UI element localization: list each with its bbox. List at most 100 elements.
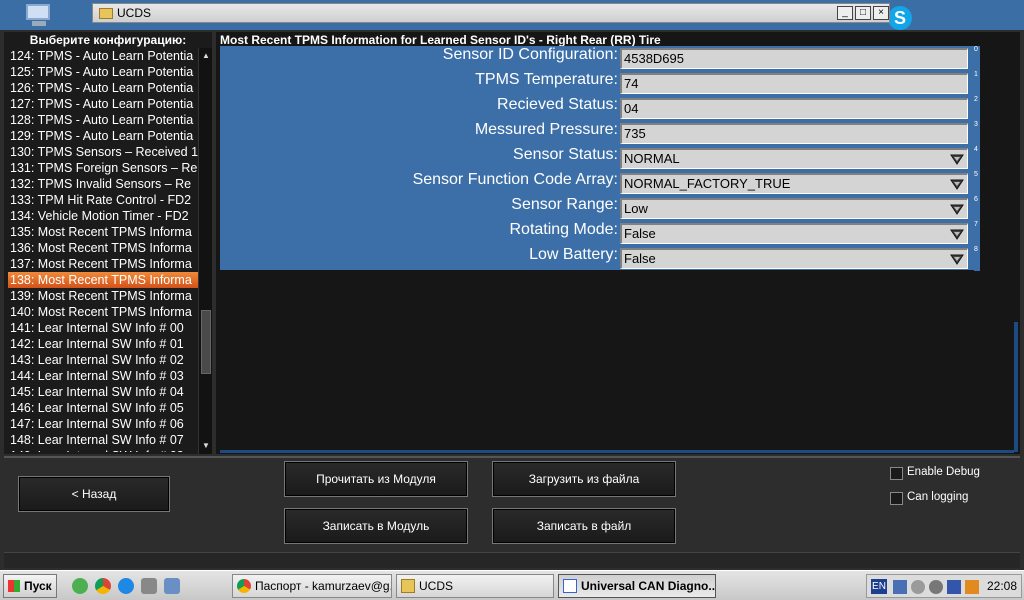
config-list-item[interactable]: 139: Most Recent TPMS Informa xyxy=(8,288,198,304)
maximize-button[interactable]: □ xyxy=(855,6,871,20)
field-value: NORMAL xyxy=(624,151,680,166)
config-list-scrollbar[interactable]: ▲ ▼ xyxy=(198,48,212,454)
field-dropdown[interactable]: False xyxy=(620,223,968,244)
field-value: 74 xyxy=(624,76,639,91)
write-file-button[interactable]: Записать в файл xyxy=(492,508,676,544)
field-index: 5 xyxy=(974,171,980,196)
close-button[interactable]: × xyxy=(873,6,889,20)
sync-icon[interactable] xyxy=(929,580,943,594)
config-list-item[interactable]: 129: TPMS - Auto Learn Potentia xyxy=(8,128,198,144)
config-list-item[interactable]: 142: Lear Internal SW Info # 01 xyxy=(8,336,198,352)
battery-icon[interactable] xyxy=(947,580,961,594)
language-indicator[interactable]: EN xyxy=(871,579,887,594)
task-universal-can[interactable]: Universal CAN Diagno... xyxy=(558,574,716,598)
can-logging-label: Can logging xyxy=(907,491,969,503)
config-list-item[interactable]: 143: Lear Internal SW Info # 02 xyxy=(8,352,198,368)
config-list-item[interactable]: 127: TPMS - Auto Learn Potentia xyxy=(8,96,198,112)
back-button[interactable]: < Назад xyxy=(18,476,170,512)
scroll-down-arrow-icon[interactable]: ▼ xyxy=(200,440,212,452)
parameter-form: Sensor ID Configuration: 4538D695 0 TPMS Te… xyxy=(220,46,980,271)
config-list-item[interactable]: 141: Lear Internal SW Info # 00 xyxy=(8,320,198,336)
field-input[interactable]: 04 xyxy=(620,98,968,119)
field-input[interactable]: 4538D695 xyxy=(620,48,968,69)
utorrent-icon[interactable] xyxy=(72,578,88,594)
show-desktop-icon[interactable] xyxy=(164,578,180,594)
config-list-item[interactable]: 144: Lear Internal SW Info # 03 xyxy=(8,368,198,384)
dropdown-arrow-icon[interactable] xyxy=(950,227,964,241)
form-row: Low Battery: False 8 xyxy=(220,246,980,271)
dropdown-arrow-icon[interactable] xyxy=(950,177,964,191)
config-list-item[interactable]: 131: TPMS Foreign Sensors – Re xyxy=(8,160,198,176)
network-icon[interactable] xyxy=(893,580,907,594)
field-dropdown[interactable]: Low xyxy=(620,198,968,219)
field-input[interactable]: 735 xyxy=(620,123,968,144)
config-list-item[interactable]: 130: TPMS Sensors – Received 1 xyxy=(8,144,198,160)
detail-panel: Most Recent TPMS Information for Learned… xyxy=(216,32,1020,454)
form-row: Sensor Function Code Array: NORMAL_FACTOR… xyxy=(220,171,980,196)
read-module-button[interactable]: Прочитать из Модуля xyxy=(284,461,468,497)
task-chrome[interactable]: Паспорт - kamurzaev@g... xyxy=(232,574,392,598)
field-label: Low Battery: xyxy=(529,246,618,263)
can-logging-checkbox[interactable] xyxy=(890,492,903,505)
form-row: Messured Pressure: 735 3 xyxy=(220,121,980,146)
field-index: 6 xyxy=(974,196,980,221)
config-list-item[interactable]: 145: Lear Internal SW Info # 04 xyxy=(8,384,198,400)
dropdown-arrow-icon[interactable] xyxy=(950,152,964,166)
window-title: UCDS xyxy=(117,6,152,20)
load-file-button[interactable]: Загрузить из файла xyxy=(492,461,676,497)
config-list-item[interactable]: 149: Lear Internal SW Info # 08 xyxy=(8,448,198,452)
form-row: Sensor Range: Low 6 xyxy=(220,196,980,221)
field-label: Sensor Range: xyxy=(511,196,618,213)
taskbar: Пуск Паспорт - kamurzaev@g... UCDS Unive… xyxy=(0,570,1024,600)
internet-explorer-icon[interactable] xyxy=(118,578,134,594)
detail-bottom-scrollbar[interactable] xyxy=(220,450,1014,453)
start-button[interactable]: Пуск xyxy=(3,574,57,598)
volume-icon[interactable] xyxy=(965,580,979,594)
config-list-item[interactable]: 140: Most Recent TPMS Informa xyxy=(8,304,198,320)
field-dropdown[interactable]: False xyxy=(620,248,968,269)
task-ucds-folder[interactable]: UCDS xyxy=(396,574,554,598)
dropdown-arrow-icon[interactable] xyxy=(950,202,964,216)
field-value: 4538D695 xyxy=(624,51,684,66)
system-tray: EN 22:08 xyxy=(866,574,1022,598)
folder-icon xyxy=(401,579,415,593)
config-list-item[interactable]: 135: Most Recent TPMS Informa xyxy=(8,224,198,240)
detail-scrollbar[interactable] xyxy=(1014,322,1018,452)
config-list-item[interactable]: 133: TPM Hit Rate Control - FD2 xyxy=(8,192,198,208)
skype-icon[interactable]: S xyxy=(888,6,912,30)
enable-debug-checkbox[interactable] xyxy=(890,467,903,480)
chrome-icon xyxy=(237,579,251,593)
minimize-button[interactable]: _ xyxy=(837,6,853,20)
field-input[interactable]: 74 xyxy=(620,73,968,94)
config-list-item[interactable]: 137: Most Recent TPMS Informa xyxy=(8,256,198,272)
config-list-panel: Выберите конфигурацию: 124: TPMS - Auto … xyxy=(4,32,212,454)
background-window-titlebar[interactable]: UCDS _ □ × xyxy=(92,3,890,23)
tools-icon[interactable] xyxy=(141,578,157,594)
config-list-item[interactable]: 147: Lear Internal SW Info # 06 xyxy=(8,416,198,432)
detail-title: Most Recent TPMS Information for Learned… xyxy=(220,33,661,47)
field-label: Messured Pressure: xyxy=(474,121,618,138)
dropdown-arrow-icon[interactable] xyxy=(950,252,964,266)
write-module-button[interactable]: Записать в Модуль xyxy=(284,508,468,544)
config-list[interactable]: 124: TPMS - Auto Learn Potentia 125: TPMS… xyxy=(8,48,198,452)
status-bar xyxy=(4,552,1020,568)
field-dropdown[interactable]: NORMAL xyxy=(620,148,968,169)
my-computer-icon[interactable] xyxy=(22,2,56,28)
config-list-item-selected[interactable]: 138: Most Recent TPMS Informa xyxy=(8,272,198,288)
config-list-item[interactable]: 128: TPMS - Auto Learn Potentia xyxy=(8,112,198,128)
config-list-item[interactable]: 132: TPMS Invalid Sensors – Re xyxy=(8,176,198,192)
scroll-up-arrow-icon[interactable]: ▲ xyxy=(200,50,212,62)
chrome-icon[interactable] xyxy=(95,578,111,594)
config-list-item[interactable]: 125: TPMS - Auto Learn Potentia xyxy=(8,64,198,80)
config-list-item[interactable]: 148: Lear Internal SW Info # 07 xyxy=(8,432,198,448)
enable-debug-label: Enable Debug xyxy=(907,466,980,478)
config-list-item[interactable]: 134: Vehicle Motion Timer - FD2 xyxy=(8,208,198,224)
scroll-thumb[interactable] xyxy=(201,310,211,374)
config-list-item[interactable]: 126: TPMS - Auto Learn Potentia xyxy=(8,80,198,96)
field-index: 2 xyxy=(974,96,980,121)
config-list-item[interactable]: 146: Lear Internal SW Info # 05 xyxy=(8,400,198,416)
field-dropdown[interactable]: NORMAL_FACTORY_TRUE xyxy=(620,173,968,194)
config-list-item[interactable]: 136: Most Recent TPMS Informa xyxy=(8,240,198,256)
config-list-item[interactable]: 124: TPMS - Auto Learn Potentia xyxy=(8,48,198,64)
settings-icon[interactable] xyxy=(911,580,925,594)
